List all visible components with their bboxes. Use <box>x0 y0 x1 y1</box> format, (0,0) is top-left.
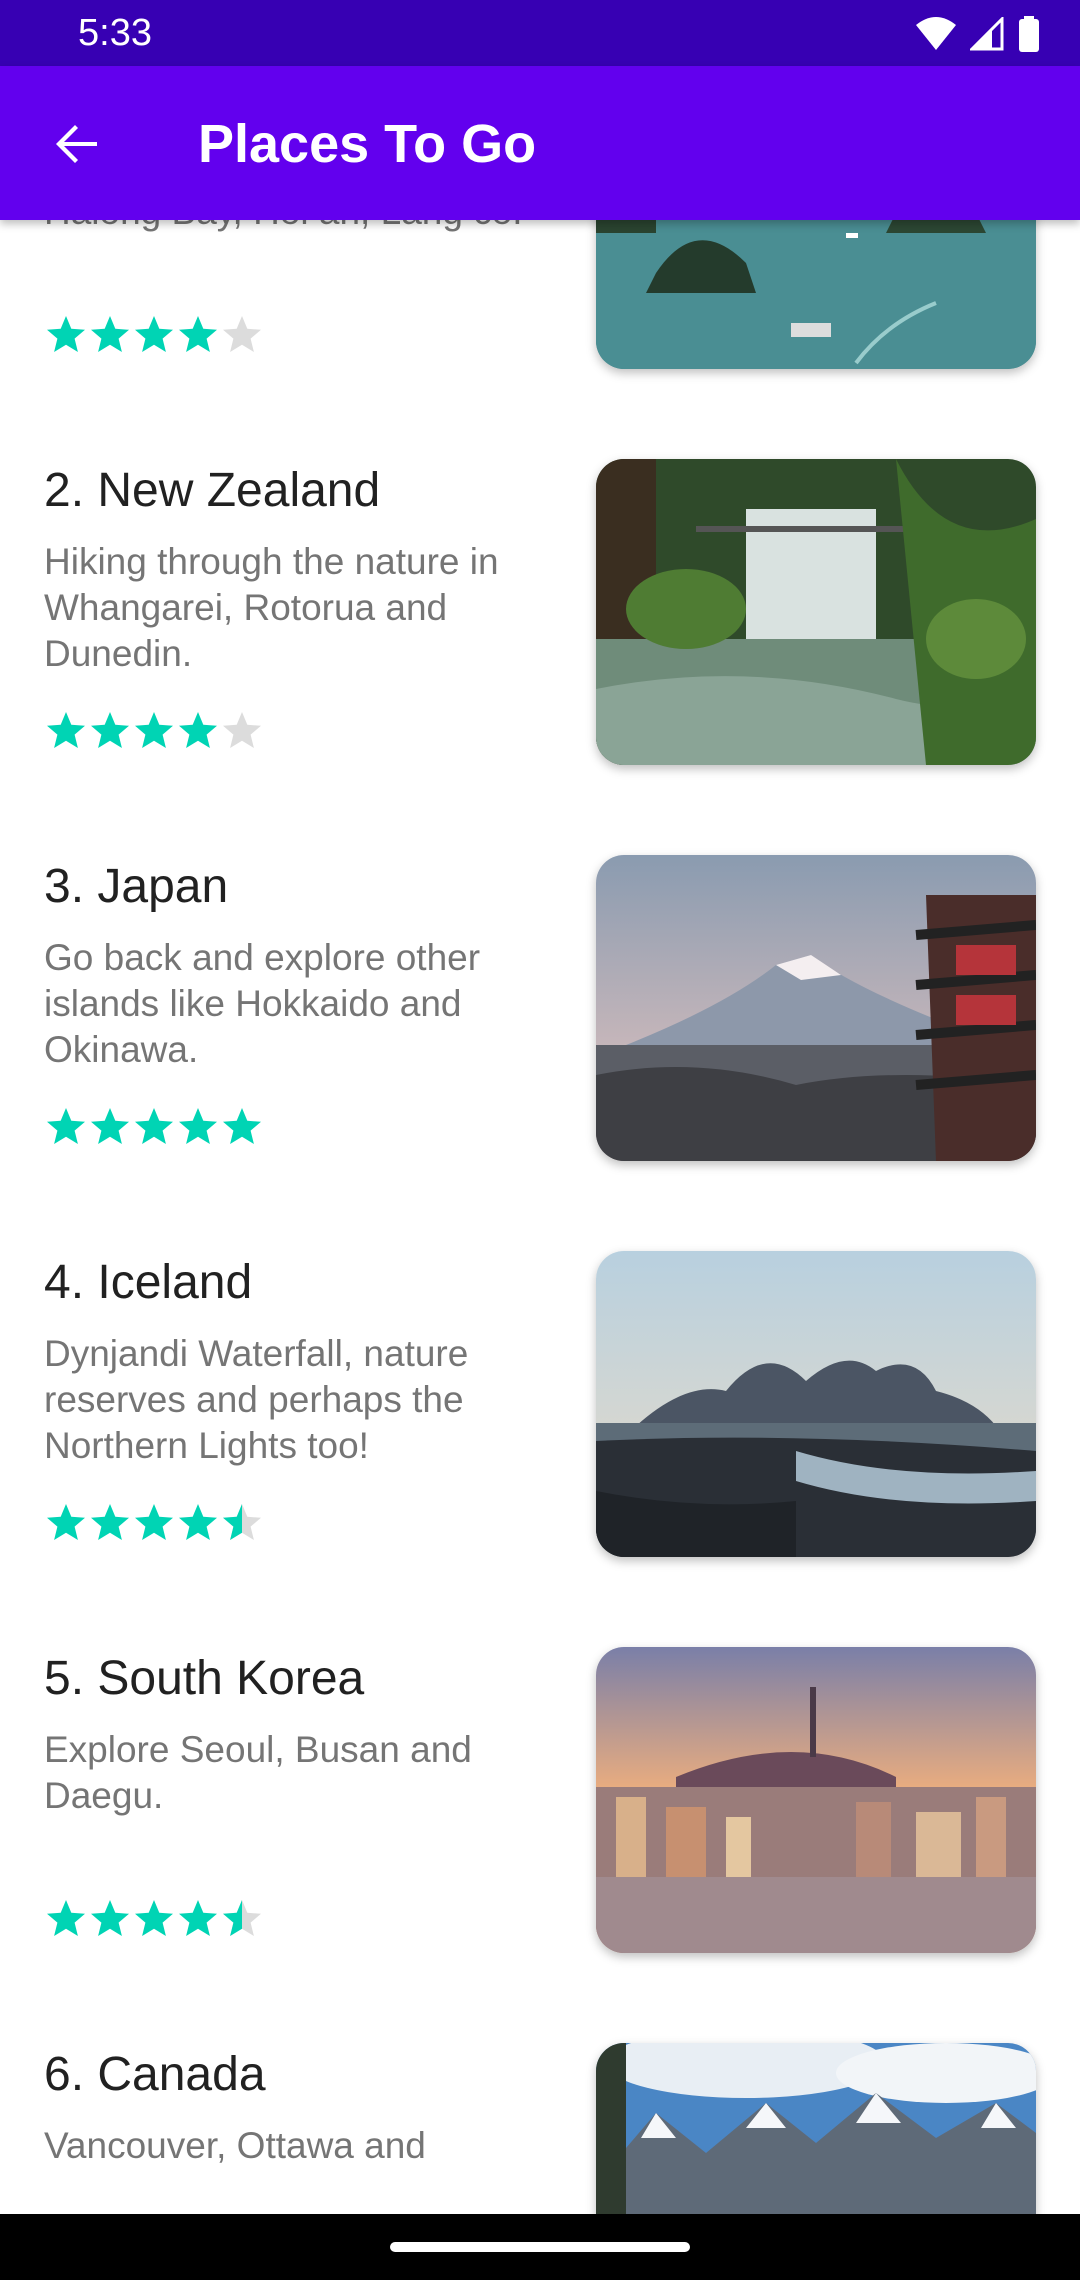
place-description: Dynjandi Waterfall, nature reserves and … <box>44 1333 469 1466</box>
place-title: 4. Iceland <box>44 1256 253 1309</box>
place-card[interactable]: 6. Canada Vancouver, Ottawa and <box>0 1997 1080 2214</box>
star-icon <box>179 1108 217 1144</box>
star-icon <box>223 1504 261 1540</box>
rating-bar <box>44 1501 264 1547</box>
place-card[interactable]: 1. Vietnam Con Dao Islands, Hanoi, Halon… <box>0 220 1080 413</box>
page-title: Places To Go <box>198 114 537 174</box>
place-photo <box>596 459 1036 765</box>
place-card[interactable]: 5. South Korea Explore Seoul, Busan and … <box>0 1601 1080 1997</box>
star-icon <box>91 1900 129 1936</box>
star-icon <box>91 712 129 748</box>
place-image[interactable] <box>596 2043 1036 2214</box>
wifi-icon <box>916 17 956 50</box>
rating-bar <box>44 709 264 755</box>
status-time: 5:33 <box>78 12 152 54</box>
star-icon <box>135 1504 173 1540</box>
star-icon <box>47 1900 85 1936</box>
place-photo <box>596 1647 1036 1953</box>
place-image[interactable] <box>596 459 1036 765</box>
places-list[interactable]: 1. Vietnam Con Dao Islands, Hanoi, Halon… <box>0 220 1080 2214</box>
place-image[interactable] <box>596 1251 1036 1557</box>
star-icon <box>135 1108 173 1144</box>
place-title: 2. New Zealand <box>44 464 381 517</box>
place-title: 6. Canada <box>44 2048 266 2101</box>
star-icon <box>223 316 261 352</box>
place-photo <box>596 1251 1036 1557</box>
place-image[interactable] <box>596 1647 1036 1953</box>
place-description: Explore Seoul, Busan and Daegu. <box>44 1729 472 1816</box>
place-card[interactable]: 4. Iceland Dynjandi Waterfall, nature re… <box>0 1205 1080 1601</box>
star-icon <box>135 316 173 352</box>
rating-bar <box>44 1897 264 1943</box>
signal-icon <box>970 17 1004 51</box>
place-photo <box>596 855 1036 1161</box>
app-bar: Places To Go <box>0 66 1080 220</box>
place-description: Go back and explore other islands like H… <box>44 937 481 1070</box>
star-icon <box>47 712 85 748</box>
rating-bar <box>44 313 264 359</box>
star-icon <box>179 712 217 748</box>
back-button[interactable] <box>44 111 110 177</box>
place-photo <box>596 220 1036 369</box>
status-icons <box>916 12 1040 56</box>
home-gesture-handle[interactable] <box>390 2242 690 2252</box>
star-icon <box>135 712 173 748</box>
star-icon <box>47 1108 85 1144</box>
place-image[interactable] <box>596 220 1036 369</box>
star-icon <box>135 1900 173 1936</box>
arrow-back-icon <box>56 125 97 163</box>
star-icon <box>223 1108 261 1144</box>
star-icon <box>179 1900 217 1936</box>
places-list-inner: 1. Vietnam Con Dao Islands, Hanoi, Halon… <box>0 220 1080 2214</box>
star-icon <box>91 316 129 352</box>
place-description: Hiking through the nature in Whangarei, … <box>44 541 499 674</box>
rating-bar <box>44 1105 264 1151</box>
navigation-bar <box>0 2214 1080 2280</box>
star-icon <box>47 1504 85 1540</box>
place-photo <box>596 2043 1036 2214</box>
star-icon <box>179 316 217 352</box>
place-image[interactable] <box>596 855 1036 1161</box>
star-icon <box>91 1108 129 1144</box>
place-description: Con Dao Islands, Hanoi, Halong Bay, Hoi … <box>44 220 544 235</box>
place-card[interactable]: 3. Japan Go back and explore other islan… <box>0 809 1080 1205</box>
star-icon <box>179 1504 217 1540</box>
star-icon <box>47 316 85 352</box>
star-icon <box>91 1504 129 1540</box>
place-description: Vancouver, Ottawa and <box>44 2125 426 2166</box>
place-title: 5. South Korea <box>44 1652 365 1705</box>
star-icon <box>223 1900 261 1936</box>
place-card[interactable]: 2. New Zealand Hiking through the nature… <box>0 413 1080 809</box>
status-bar: 5:33 <box>0 0 1080 66</box>
place-title: 3. Japan <box>44 860 229 913</box>
battery-icon <box>1019 16 1039 52</box>
star-icon <box>223 712 261 748</box>
